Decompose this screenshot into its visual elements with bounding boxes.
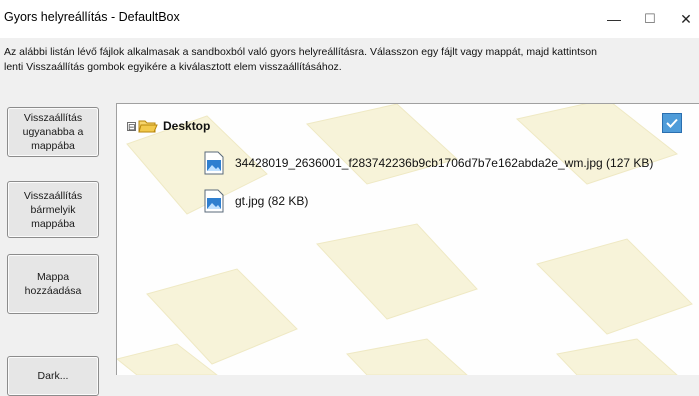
sandbox-watermark xyxy=(117,104,693,375)
window-title: Gyors helyreállítás - DefaultBox xyxy=(4,10,180,24)
tree-file-item[interactable]: 34428019_2636001_f283742236b9cb1706d7b7e… xyxy=(204,151,653,175)
checkmark-icon xyxy=(666,118,678,128)
image-file-icon xyxy=(204,151,224,175)
file-label: gt.jpg (82 KB) xyxy=(235,194,309,208)
maximize-icon: ☐ xyxy=(644,11,656,26)
file-label: 34428019_2636001_f283742236b9cb1706d7b7e… xyxy=(235,156,654,170)
collapse-toggle-icon[interactable]: ⊟ xyxy=(127,121,136,131)
instructions-line-1: Az alábbi listán lévő fájlok alkalmasak … xyxy=(4,46,597,58)
title-bar: Gyors helyreállítás - DefaultBox — ☐ ✕ xyxy=(0,0,699,38)
close-button[interactable]: ✕ xyxy=(668,6,699,32)
folder-open-icon xyxy=(138,120,158,133)
tree-node-desktop[interactable]: ⊟ Desktop xyxy=(127,118,210,134)
close-icon: ✕ xyxy=(680,10,692,27)
maximize-button[interactable]: ☐ xyxy=(632,6,668,32)
recovery-tree-view[interactable]: ⊟ Desktop 34428019_2636001_f283742236b9c… xyxy=(116,103,699,375)
select-all-checkbox[interactable] xyxy=(662,113,682,133)
partial-bottom-button[interactable]: Dark... xyxy=(7,356,99,396)
add-folder-button[interactable]: Mappa hozzáadása xyxy=(7,254,99,314)
minimize-icon: — xyxy=(607,11,621,27)
restore-same-folder-button[interactable]: Visszaállítás ugyanabba a mappába xyxy=(7,107,99,157)
image-file-icon xyxy=(204,189,224,213)
instructions-line-2: lenti Visszaállítás gombok egyikére a ki… xyxy=(4,61,342,73)
instructions-text: Az alábbi listán lévő fájlok alkalmasak … xyxy=(4,45,699,75)
minimize-button[interactable]: — xyxy=(596,6,632,32)
restore-any-folder-button[interactable]: Visszaállítás bármelyik mappába xyxy=(7,181,99,238)
tree-file-item[interactable]: gt.jpg (82 KB) xyxy=(204,189,308,213)
tree-node-desktop-label: Desktop xyxy=(163,119,211,133)
